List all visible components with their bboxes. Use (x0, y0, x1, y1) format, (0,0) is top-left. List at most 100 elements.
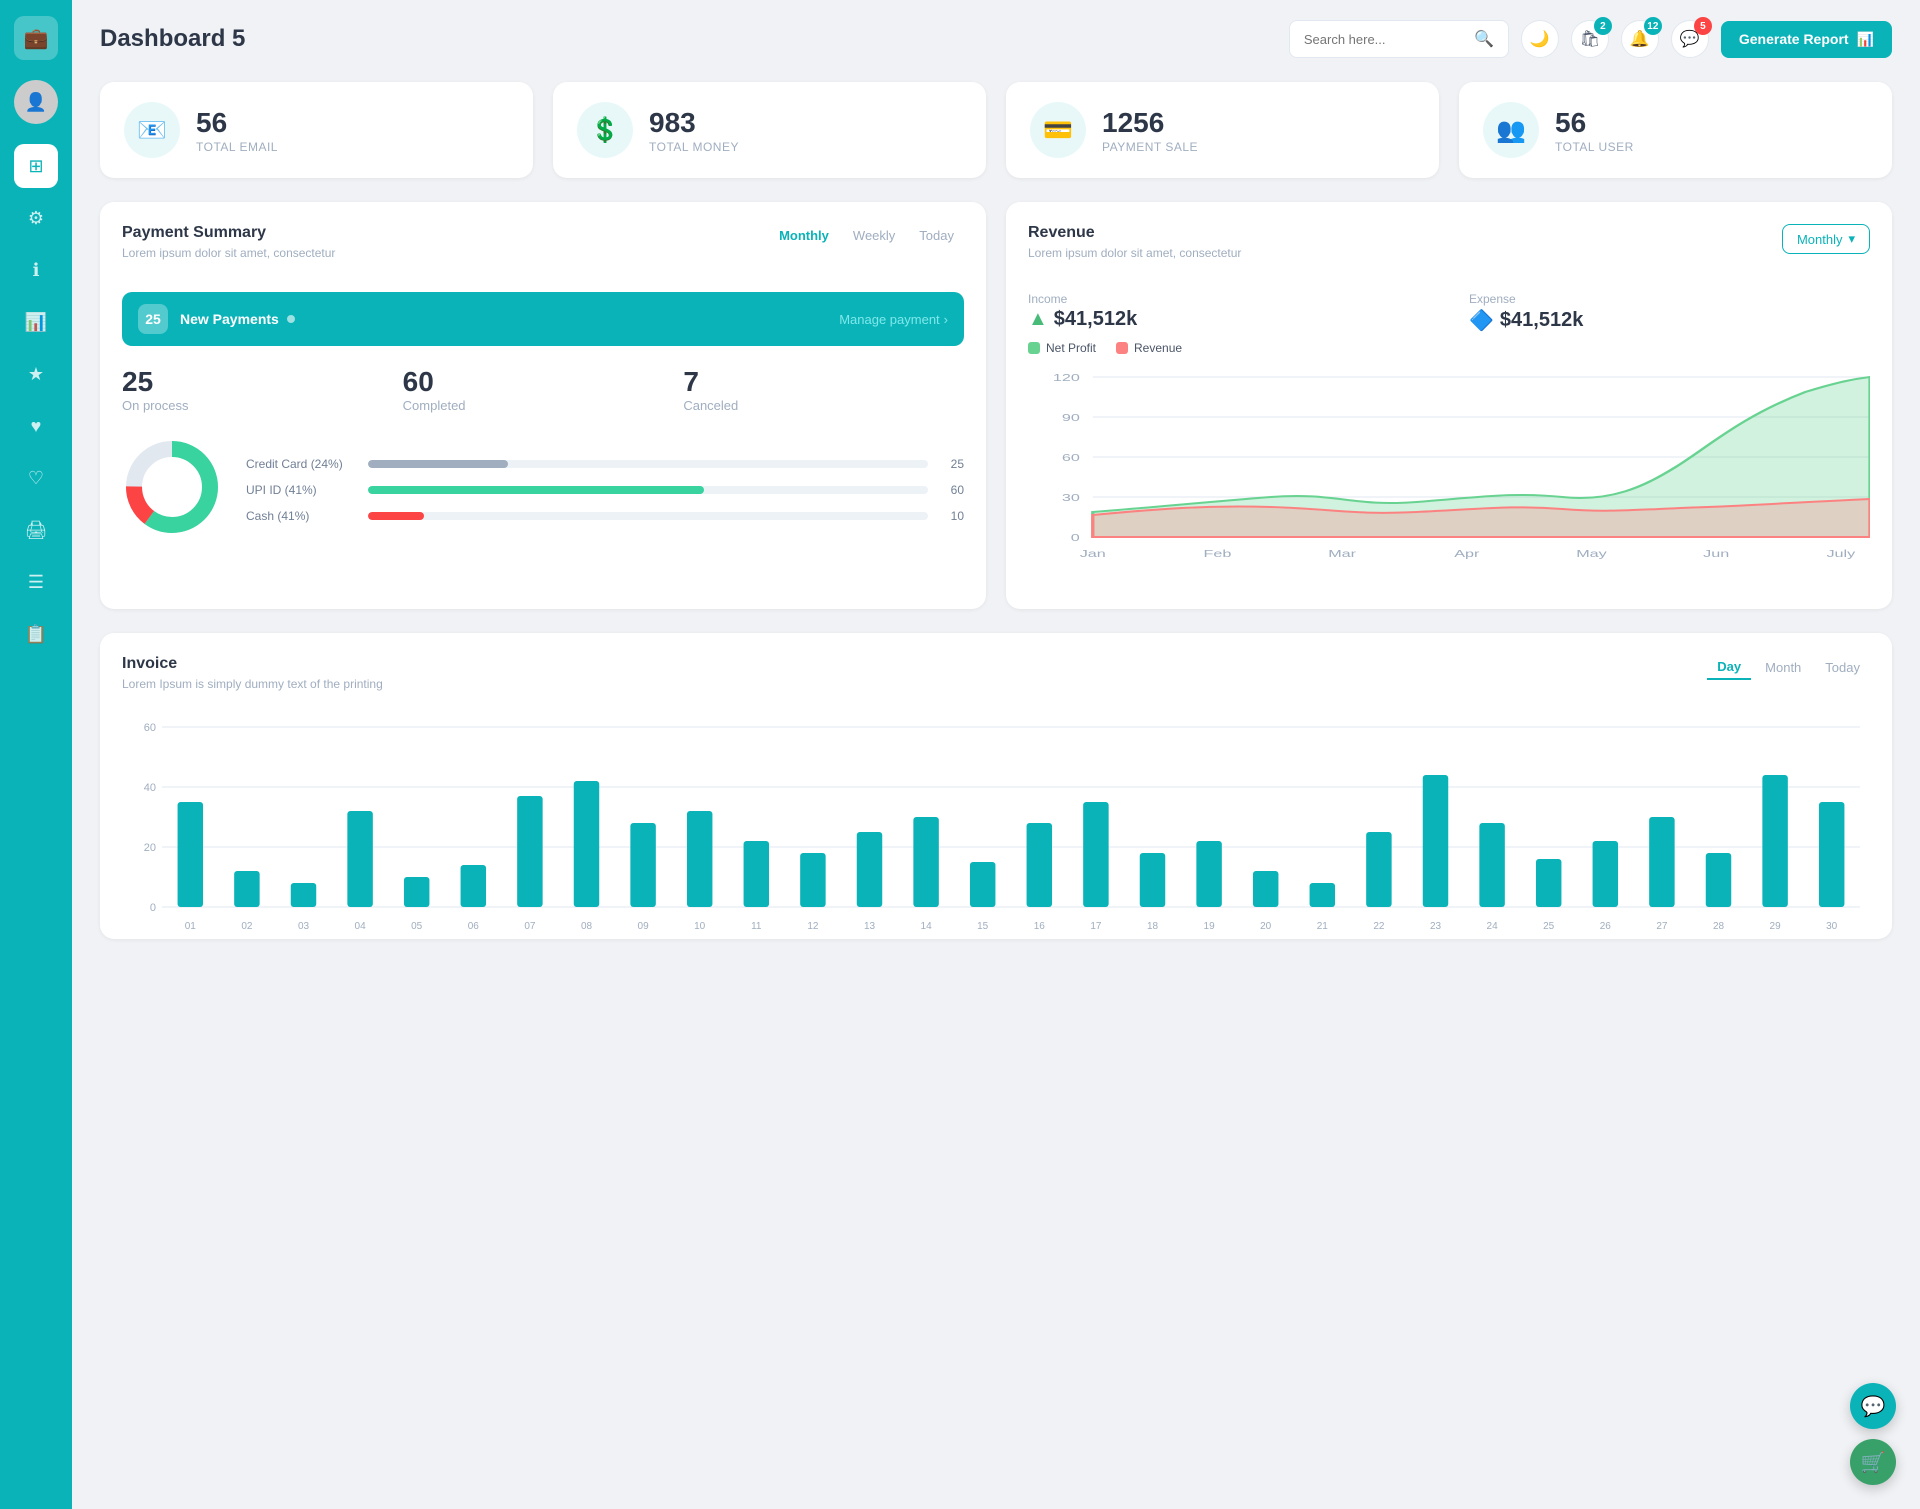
svg-text:Feb: Feb (1204, 548, 1232, 559)
tab-weekly[interactable]: Weekly (843, 224, 905, 247)
notifications-shop-button[interactable]: 🛍 2 (1571, 20, 1609, 58)
svg-text:40: 40 (144, 782, 156, 794)
chart-icon: 📊 (25, 312, 47, 333)
svg-text:30: 30 (1062, 492, 1080, 503)
bell-badge: 12 (1644, 17, 1662, 35)
search-box[interactable]: 🔍 (1289, 20, 1509, 58)
tab-monthly[interactable]: Monthly (769, 224, 839, 247)
donut-chart (122, 437, 222, 542)
income-value: ▲ $41,512k (1028, 308, 1429, 331)
fab-group: 💬 🛒 (1850, 1383, 1896, 1485)
sidebar-item-list[interactable]: 📋 (14, 612, 58, 656)
sidebar-item-print[interactable]: 🖨 (14, 508, 58, 552)
payment-summary-subtitle: Lorem ipsum dolor sit amet, consectetur (122, 246, 335, 260)
payment-summary-title-group: Payment Summary Lorem ipsum dolor sit am… (122, 224, 335, 276)
svg-text:Apr: Apr (1454, 548, 1480, 559)
canceled-number: 7 (683, 366, 964, 398)
chat-fab-icon: 💬 (1861, 1394, 1886, 1419)
credit-card-label: Credit Card (24%) (246, 457, 356, 471)
payment-count: 1256 (1102, 106, 1198, 140)
expense-icon: 🔷 (1469, 308, 1494, 333)
manage-payment-link[interactable]: Manage payment › (839, 312, 948, 327)
svg-text:26: 26 (1600, 921, 1612, 932)
sidebar-item-heart2[interactable]: ♡ (14, 456, 58, 500)
legend-revenue: Revenue (1116, 341, 1182, 355)
svg-text:30: 30 (1826, 921, 1838, 932)
svg-text:08: 08 (581, 921, 593, 932)
tab-today[interactable]: Today (909, 224, 964, 247)
svg-text:11: 11 (751, 921, 762, 932)
sidebar-item-chart[interactable]: 📊 (14, 300, 58, 344)
progress-credit-card: Credit Card (24%) 25 (246, 457, 964, 471)
svg-text:01: 01 (185, 921, 197, 932)
cash-value: 10 (940, 509, 964, 523)
cart-fab[interactable]: 🛒 (1850, 1439, 1896, 1485)
moon-icon: 🌙 (1530, 29, 1550, 49)
svg-text:05: 05 (411, 921, 423, 932)
notifications-bell-button[interactable]: 🔔 12 (1621, 20, 1659, 58)
svg-text:16: 16 (1034, 921, 1046, 932)
middle-row: Payment Summary Lorem ipsum dolor sit am… (100, 202, 1892, 609)
search-input[interactable] (1304, 32, 1466, 47)
page-title: Dashboard 5 (100, 25, 245, 53)
user-count-icon: 👥 (1483, 102, 1539, 158)
money-icon: 💲 (577, 102, 633, 158)
upi-bar-fill (368, 486, 704, 494)
svg-text:Jun: Jun (1703, 548, 1729, 559)
header-actions: 🔍 🌙 🛍 2 🔔 12 💬 5 Generate Report 📊 (1289, 20, 1892, 58)
invoice-tab-day[interactable]: Day (1707, 655, 1751, 680)
svg-text:60: 60 (1062, 452, 1080, 463)
main-content: Dashboard 5 🔍 🌙 🛍 2 🔔 12 💬 5 Gen (72, 0, 1920, 1509)
stat-info-money: 983 TOTAL MONEY (649, 106, 739, 154)
svg-text:90: 90 (1062, 412, 1080, 423)
svg-text:18: 18 (1147, 921, 1159, 932)
sidebar-item-menu[interactable]: ☰ (14, 560, 58, 604)
cash-bar-bg (368, 512, 928, 520)
invoice-title-group: Invoice Lorem Ipsum is simply dummy text… (122, 655, 383, 707)
svg-text:20: 20 (144, 842, 156, 854)
upi-label: UPI ID (41%) (246, 483, 356, 497)
invoice-tab-month[interactable]: Month (1755, 655, 1811, 680)
sidebar-item-info[interactable]: ℹ (14, 248, 58, 292)
user-label: TOTAL USER (1555, 140, 1634, 154)
svg-text:24: 24 (1487, 921, 1499, 932)
revenue-dot (1116, 342, 1128, 354)
invoice-tab-today[interactable]: Today (1815, 655, 1870, 680)
messages-button[interactable]: 💬 5 (1671, 20, 1709, 58)
cash-label: Cash (41%) (246, 509, 356, 523)
svg-text:May: May (1576, 548, 1607, 559)
sidebar-item-dashboard[interactable]: ⊞ (14, 144, 58, 188)
sidebar-item-settings[interactable]: ⚙ (14, 196, 58, 240)
svg-text:13: 13 (864, 921, 876, 932)
sidebar-logo[interactable]: 💼 (14, 16, 58, 60)
generate-report-button[interactable]: Generate Report 📊 (1721, 21, 1892, 58)
logo-icon: 💼 (24, 26, 49, 51)
stat-info-payment: 1256 PAYMENT SALE (1102, 106, 1198, 154)
dashboard-icon: ⊞ (28, 156, 43, 177)
stat-card-payment: 💳 1256 PAYMENT SALE (1006, 82, 1439, 178)
svg-text:19: 19 (1204, 921, 1216, 932)
sidebar-item-heart1[interactable]: ♥ (14, 404, 58, 448)
chat-fab[interactable]: 💬 (1850, 1383, 1896, 1429)
invoice-chart-svg: 0204060010203040506070809101112131415161… (122, 717, 1870, 937)
new-payment-label: New Payments (180, 311, 295, 327)
revenue-monthly-tab[interactable]: Monthly ▾ (1782, 224, 1870, 254)
heart-outline-icon: ♡ (28, 468, 44, 489)
message-badge: 5 (1694, 17, 1712, 35)
payment-summary-title: Payment Summary (122, 224, 335, 242)
svg-text:12: 12 (807, 921, 819, 932)
theme-toggle-button[interactable]: 🌙 (1521, 20, 1559, 58)
user-avatar[interactable]: 👤 (14, 80, 58, 124)
svg-text:04: 04 (355, 921, 367, 932)
shop-badge: 2 (1594, 17, 1612, 35)
svg-text:07: 07 (524, 921, 536, 932)
completed-number: 60 (403, 366, 684, 398)
stats-grid: 📧 56 TOTAL EMAIL 💲 983 TOTAL MONEY 💳 125… (100, 82, 1892, 178)
cart-fab-icon: 🛒 (1861, 1450, 1886, 1475)
payment-stats: 25 On process 60 Completed 7 Canceled (122, 366, 964, 413)
payment-summary-header: Payment Summary Lorem ipsum dolor sit am… (122, 224, 964, 276)
svg-text:10: 10 (694, 921, 706, 932)
income-label: Income (1028, 292, 1429, 306)
sidebar-item-star[interactable]: ★ (14, 352, 58, 396)
expense-value: 🔷 $41,512k (1469, 308, 1870, 333)
